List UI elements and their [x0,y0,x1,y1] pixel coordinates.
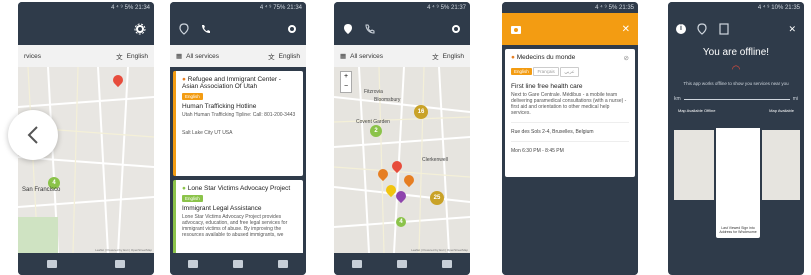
phone-screenshot-3: 4 ⁴ ⁹ 5% 21:37 ▦ All services 文 English … [334,2,470,275]
services-filter[interactable]: rvices [24,53,41,60]
camera-icon [511,26,521,34]
map-label: Covent Garden [356,119,390,125]
organization-name: Medecins du monde [516,54,576,61]
map-cluster[interactable]: 4 [396,217,406,227]
service-card[interactable]: ● Lone Star Victims Advocacy Project Eng… [173,180,303,253]
organization-name: Refugee and Immigrant Center - Asian Ass… [182,76,281,90]
service-title: Immigrant Legal Assistance [182,205,262,212]
gear-icon[interactable] [134,23,146,35]
offline-list-preview [762,130,800,200]
map-caption: Map Available [769,108,794,113]
chevron-left-icon [27,126,38,144]
language-filter[interactable]: English [127,53,148,60]
language-badge: English [182,93,203,100]
map-caption: Map Available Offline [678,108,716,113]
document-icon[interactable] [718,23,730,35]
service-description: Lone Star Victims Advocacy Project provi… [182,214,288,238]
close-icon[interactable]: ✕ [788,24,796,35]
zoom-control[interactable]: + − [340,71,352,93]
status-bar-text: 4 ⁴ ⁹ 5% 21:34 [111,4,150,11]
service-location: Salt Lake City UT USA [182,130,233,136]
offline-phone-preview: Last Viewed Sign into Address for Wholes… [716,120,760,238]
phone-screenshot-2: 4 ⁴ ⁹ 75% 21:34 ▦ All services 文 English… [170,2,306,275]
status-bar-text: 4 ⁴ ⁹ 75% 21:34 [259,4,302,11]
map-label: Bloomsbury [374,97,401,103]
map-nav-icon[interactable] [47,260,57,268]
gear-icon[interactable] [450,23,462,35]
service-detail-card: ● Medecins du monde ⊘ English Français ع… [505,49,635,177]
translate-icon: 文 [268,54,275,61]
unit-label: km [674,96,681,102]
map-attribution: Leaflet | Powered by Esri | OpenStreetMa… [95,248,152,252]
offline-description: This app works offline to show you servi… [683,81,789,86]
map-attribution: Leaflet | Powered by Esri | OpenStreetMa… [411,248,468,252]
phone-icon[interactable] [364,23,376,35]
wifi-off-icon: ◠ [731,64,741,75]
offline-map-preview [674,130,714,200]
service-hours: Mon 6:30 PM - 8:45 PM [511,141,629,154]
phone-screenshot-5: 4 ⁴ ⁹ 10% 21:35 i ✕ You are offline! ◠ T… [668,2,804,275]
unit-label: mi [792,96,798,102]
map-nav-icon[interactable] [187,260,198,268]
info-icon[interactable]: i [676,24,686,34]
language-filter[interactable]: English [279,53,300,60]
location-pin-icon[interactable] [696,23,708,35]
organization-name: Lone Star Victims Advocacy Project [187,185,291,192]
translate-icon: 文 [116,54,123,61]
map-label: San Francisco [22,187,61,193]
list-nav-icon[interactable] [396,260,407,268]
map-cluster[interactable]: 25 [430,191,444,205]
language-badge: عربي [560,67,579,77]
service-title: First line free health care [511,83,583,90]
phone-icon[interactable] [200,23,212,35]
close-icon[interactable]: ✕ [622,24,630,35]
status-bar-text: 4 ⁴ ⁹ 10% 21:35 [757,4,800,11]
service-address: Rue des Sols 2-4, Bruxelles, Belgium [511,122,629,135]
language-badge: English [511,68,532,75]
location-pin-icon[interactable] [178,23,190,35]
location-pin-icon: ● [182,76,186,83]
language-badge: English [182,195,203,202]
list-nav-icon[interactable] [115,260,125,268]
location-pin-icon[interactable] [342,23,354,35]
map-cluster[interactable]: 2 [370,125,382,137]
language-filter[interactable]: English [443,53,464,60]
services-filter[interactable]: All services [350,53,383,60]
info-nav-icon[interactable] [278,260,289,268]
service-description: Next to Gare Centrale. Médibus - a mobil… [511,92,627,116]
gear-icon[interactable] [286,23,298,35]
location-pin-icon: ● [511,54,515,61]
map[interactable]: + − Fitzrovia Bloomsbury Covent Garden Cl… [334,67,470,253]
services-icon: ▦ [176,53,183,60]
offline-heading: You are offline! [702,47,770,58]
previous-arrow-button[interactable] [8,110,58,160]
list-nav-icon[interactable] [232,260,243,268]
map-label: Fitzrovia [364,89,383,95]
map-nav-icon[interactable] [351,260,362,268]
language-badge: Français [533,67,559,76]
status-bar-text: 4 ⁴ ⁹ 5% 21:37 [427,4,466,11]
translate-icon: 文 [432,54,439,61]
status-bar-text: 4 ⁴ ⁹ 5% 21:35 [595,4,634,11]
service-card[interactable]: ● Refugee and Immigrant Center - Asian A… [173,71,303,176]
services-filter[interactable]: All services [186,53,219,60]
map-label: Clerkenwell [422,157,448,163]
preview-caption: Last Viewed Sign into Address for Wholes… [719,226,757,234]
services-icon: ▦ [340,53,347,60]
distance-slider[interactable] [683,98,790,100]
service-description: Utah Human Trafficking Tipline: Call: 80… [182,112,296,118]
location-pin-icon: ● [182,185,186,192]
info-nav-icon[interactable] [442,260,453,268]
phone-screenshot-4: 4 ⁴ ⁹ 5% 21:35 ✕ ● Medecins du monde ⊘ E… [502,2,638,275]
map[interactable]: 4 San Francisco Leaflet | Powered by Esr… [18,67,154,253]
service-title: Human Trafficking Hotline [182,103,257,110]
map-cluster[interactable]: 16 [414,105,428,119]
share-icon[interactable]: ⊘ [624,54,629,62]
